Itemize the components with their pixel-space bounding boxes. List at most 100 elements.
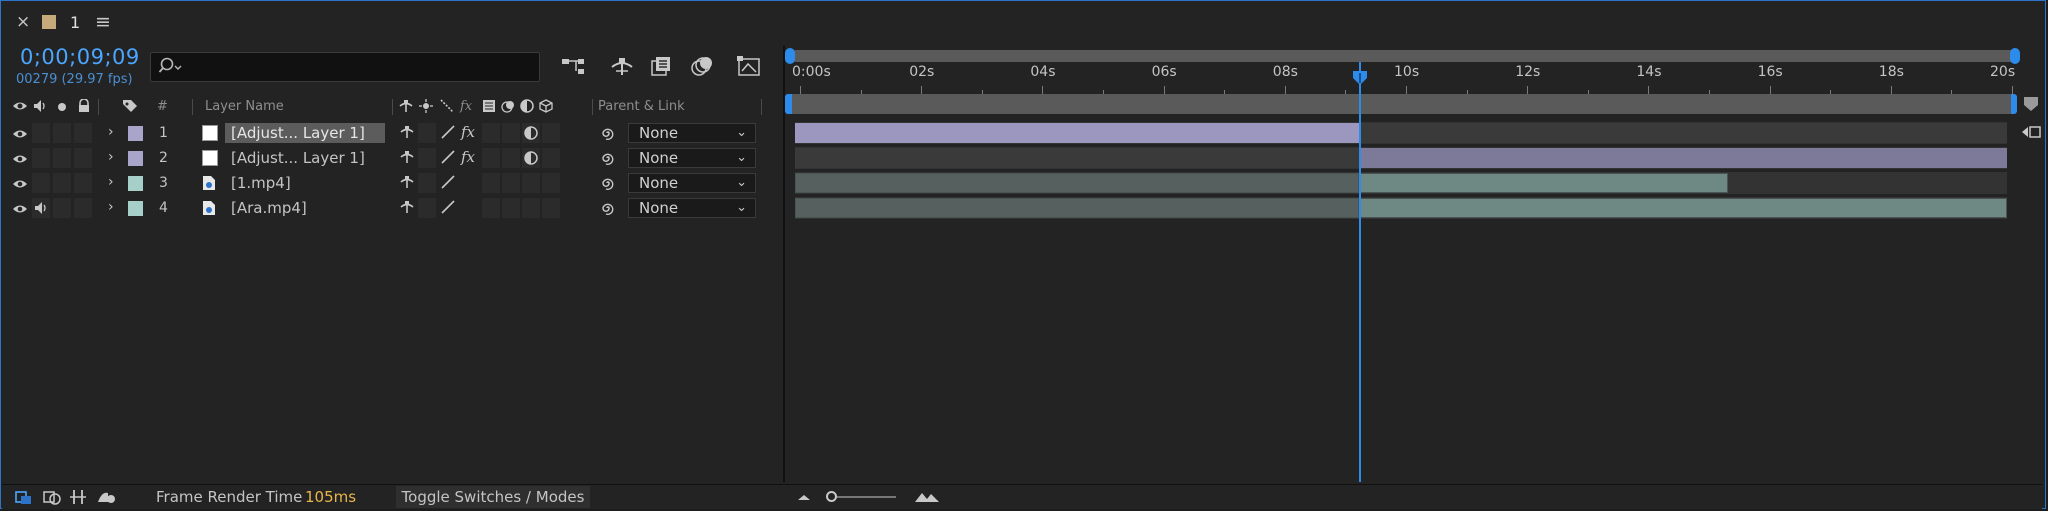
lock-toggle[interactable] (74, 198, 92, 218)
lock-toggle[interactable] (74, 173, 92, 193)
time-navigator-start-handle[interactable] (785, 48, 795, 64)
graph-editor-icon[interactable] (736, 53, 764, 79)
shy-layers-icon[interactable] (608, 53, 636, 79)
solo-header-icon[interactable] (57, 101, 67, 116)
motion-blur-switch[interactable] (502, 198, 520, 218)
pick-whip-icon[interactable] (600, 175, 616, 195)
motion-blur-icon[interactable] (688, 53, 716, 79)
pick-whip-icon[interactable] (600, 125, 616, 145)
adjustment-switch[interactable] (522, 148, 540, 168)
label-color-swatch[interactable] (128, 126, 143, 141)
video-visibility-icon[interactable] (12, 201, 28, 221)
frame-blend-switch[interactable] (482, 123, 500, 143)
layer-duration-bar[interactable] (795, 123, 1360, 143)
collapse-switch[interactable] (418, 123, 436, 143)
audio-toggle[interactable] (32, 148, 50, 168)
comp-marker-bin-icon[interactable] (2023, 96, 2039, 116)
render-time-pane-icon[interactable] (96, 487, 116, 507)
audio-toggle[interactable] (32, 173, 50, 193)
work-area-end-handle[interactable] (2011, 94, 2017, 114)
transfer-controls-pane-icon[interactable] (42, 487, 62, 507)
collapse-switch[interactable] (418, 148, 436, 168)
parent-link-column-header[interactable]: Parent & Link (598, 99, 685, 114)
frame-blend-switch[interactable] (482, 198, 500, 218)
layer-duration-bar[interactable] (795, 198, 1360, 218)
expand-chevron-icon[interactable]: › (108, 174, 114, 194)
close-icon[interactable]: × (16, 12, 30, 32)
parent-dropdown[interactable]: None ⌄ (628, 123, 756, 143)
video-visibility-icon[interactable] (12, 151, 28, 171)
layer-duration-bar[interactable] (1359, 173, 1729, 193)
current-time-indicator-head[interactable] (1352, 70, 1368, 85)
expand-chevron-icon[interactable]: › (108, 124, 114, 144)
frame-blend-switch[interactable] (482, 173, 500, 193)
expand-chevron-icon[interactable]: › (108, 199, 114, 219)
layer-name[interactable]: [1.mp4] (225, 173, 385, 193)
video-visibility-icon[interactable] (12, 176, 28, 196)
work-area-bar[interactable] (790, 94, 2014, 114)
solo-toggle[interactable] (53, 173, 71, 193)
frame-blend-switch[interactable] (482, 148, 500, 168)
solo-toggle[interactable] (53, 123, 71, 143)
zoom-out-icon[interactable] (794, 487, 814, 507)
adjustment-switch[interactable] (522, 198, 540, 218)
3d-switch[interactable] (542, 123, 560, 143)
solo-toggle[interactable] (53, 198, 71, 218)
parent-dropdown[interactable]: None ⌄ (628, 148, 756, 168)
layer-name[interactable]: [Adjust... Layer 1] (225, 148, 385, 168)
comp-button-icon[interactable] (2020, 124, 2042, 144)
label-header-icon[interactable] (122, 99, 138, 117)
audio-header-icon[interactable] (32, 99, 48, 117)
expand-chevron-icon[interactable]: › (108, 149, 114, 169)
3d-switch[interactable] (542, 148, 560, 168)
current-time-indicator-line[interactable] (1359, 62, 1361, 482)
solo-toggle[interactable] (53, 148, 71, 168)
lock-toggle[interactable] (74, 148, 92, 168)
layer-duration-bar[interactable] (795, 173, 1360, 193)
zoom-in-icon[interactable] (914, 487, 940, 507)
label-color-swatch[interactable] (128, 201, 143, 216)
toggle-switches-modes-button[interactable]: Toggle Switches / Modes (396, 486, 590, 508)
3d-switch[interactable] (542, 198, 560, 218)
motion-blur-switch[interactable] (502, 148, 520, 168)
pick-whip-icon[interactable] (600, 200, 616, 220)
layer-name-column-header[interactable]: Layer Name (205, 99, 284, 114)
video-visibility-header-icon[interactable] (12, 99, 28, 117)
shy-switch-icon[interactable] (400, 200, 414, 220)
quality-switch-icon[interactable] (440, 125, 456, 145)
search-input[interactable] (150, 52, 540, 82)
in-out-pane-icon[interactable] (68, 487, 88, 507)
layer-empty-track[interactable] (1359, 123, 2007, 143)
shy-switch-icon[interactable] (400, 175, 414, 195)
zoom-slider-knob[interactable] (826, 491, 837, 502)
layer-duration-bar[interactable] (1359, 198, 2007, 218)
layer-row[interactable]: › 1 [Adjust... Layer 1] fx None ⌄ (4, 121, 784, 145)
layer-name[interactable]: [Adjust... Layer 1] (225, 123, 385, 143)
panel-menu-icon[interactable]: ≡ (95, 11, 111, 33)
collapse-switch[interactable] (418, 198, 436, 218)
adjustment-switch[interactable] (522, 123, 540, 143)
video-visibility-icon[interactable] (12, 126, 28, 146)
layer-row[interactable]: › 4 [Ara.mp4] fx None⌄ (4, 196, 784, 220)
parent-dropdown[interactable]: None ⌄ (628, 173, 756, 193)
work-area-start-handle[interactable] (785, 94, 792, 114)
comp-tab-label[interactable]: 1 (70, 13, 80, 32)
lock-header-icon[interactable] (77, 98, 91, 117)
frame-blending-icon[interactable] (648, 53, 676, 79)
adjustment-switch[interactable] (522, 173, 540, 193)
quality-switch-icon[interactable] (440, 200, 456, 220)
layer-duration-bar[interactable] (1359, 148, 2007, 168)
parent-dropdown[interactable]: None ⌄ (628, 198, 756, 218)
audio-toggle[interactable] (32, 198, 50, 218)
layer-name[interactable]: [Ara.mp4] (225, 198, 385, 218)
label-color-swatch[interactable] (128, 151, 143, 166)
number-column-header[interactable]: # (157, 99, 168, 114)
audio-toggle[interactable] (32, 123, 50, 143)
time-navigator[interactable] (790, 50, 2016, 62)
comp-tab[interactable]: × 1 ≡ (2, 4, 602, 38)
layer-row[interactable]: › 3 [1.mp4] fx None⌄ (4, 171, 784, 195)
comp-flowchart-icon[interactable] (560, 53, 588, 79)
pick-whip-icon[interactable] (600, 150, 616, 170)
fx-switch[interactable]: fx (461, 123, 475, 143)
shy-switch-icon[interactable] (400, 150, 414, 170)
